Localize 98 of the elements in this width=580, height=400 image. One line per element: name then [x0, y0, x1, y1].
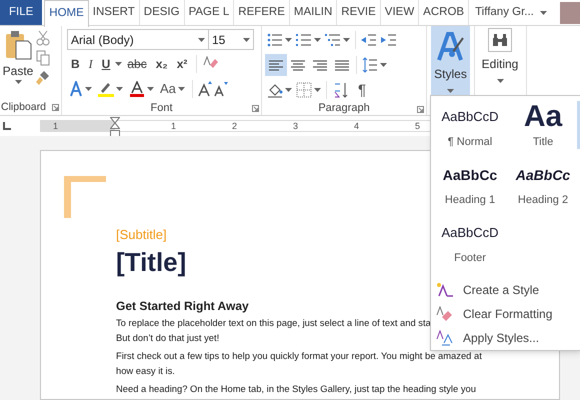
account-menu[interactable]: Tiffany Gr...	[469, 0, 553, 25]
ruler-number: 4	[354, 121, 359, 131]
title-text: [Title]	[116, 247, 186, 277]
caret-icon	[285, 88, 292, 92]
caret-icon	[115, 62, 122, 66]
ribbon-tab[interactable]: ACROB	[419, 0, 470, 25]
ribbon-tab[interactable]: HOME	[44, 0, 89, 27]
caret-icon	[243, 38, 250, 42]
format-button[interactable]: x²	[172, 54, 192, 74]
ruler-number: 5	[414, 121, 420, 131]
font-name-field[interactable]: Arial (Body)	[67, 29, 209, 50]
align-left-button[interactable]	[265, 54, 287, 76]
tab-selector-icon	[3, 122, 11, 130]
profile-photo-placeholder	[560, 2, 580, 24]
align-justify-icon	[334, 58, 350, 72]
format-button[interactable]: abc	[123, 54, 151, 74]
format-button[interactable]: B	[67, 54, 84, 74]
format-button[interactable]: U	[98, 54, 114, 74]
menu-item[interactable]: Clear Formatting	[431, 302, 580, 326]
ribbon-tab[interactable]: REFERE	[234, 0, 290, 25]
ribbon-tab[interactable]: PAGE L	[184, 0, 234, 25]
body-paragraph: First check out a few tips to help you quickly format your report. You might be amazed at how easy it is.	[116, 349, 482, 378]
file-tab[interactable]: FILE	[0, 0, 42, 25]
body-paragraph: To replace the placeholder text on this page, just select a line of text and sta But don’t do that just yet!	[116, 316, 431, 345]
ribbon-tab[interactable]: INSERT	[88, 0, 140, 25]
caret-icon	[85, 87, 92, 91]
change-case-button[interactable]: Aa	[158, 79, 187, 99]
styles-brush-icon	[436, 32, 464, 62]
font-color-icon	[129, 81, 145, 97]
group-label: Paragraph	[318, 102, 370, 114]
corner-bracket-drawing	[64, 176, 106, 218]
group-label: Font	[150, 102, 172, 114]
style-gallery-item[interactable]: AaBbCcD Footer	[435, 216, 505, 274]
subtitle-text: [Subtitle]	[116, 227, 167, 243]
decrease-indent-icon[interactable]	[361, 32, 377, 48]
paste-button[interactable]: Paste	[0, 26, 36, 99]
style-icon	[436, 282, 453, 298]
shrink-font-icon[interactable]	[214, 81, 228, 97]
ruler-number: 2	[232, 121, 237, 131]
menu-item[interactable]: Create a Style	[431, 278, 580, 302]
format-button[interactable]: I	[84, 54, 97, 74]
caret-icon	[496, 79, 504, 83]
grow-font-icon[interactable]	[198, 81, 212, 97]
ribbon-tab[interactable]: VIEW	[380, 0, 420, 25]
copy-icon[interactable]	[36, 50, 50, 66]
indent-marker-icon[interactable]	[110, 117, 120, 137]
body-paragraph: Need a heading? On the Home tab, in the Styles Gallery, just tap the heading style you	[116, 382, 476, 396]
caret-icon	[198, 38, 205, 42]
align-right-icon	[312, 58, 328, 72]
eraser-icon	[436, 306, 453, 322]
font-color-button[interactable]	[127, 78, 156, 100]
ribbon-tab[interactable]: REVIE	[337, 0, 381, 25]
numbered-list-icon	[296, 32, 312, 48]
multilevel-list-icon	[325, 32, 341, 48]
bullet-list-icon	[267, 32, 283, 48]
style-gallery-item[interactable]: AaBbCc Heading 2	[508, 158, 578, 216]
dialog-launcher-icon[interactable]	[52, 104, 59, 111]
caret-icon	[447, 89, 454, 93]
caret-icon	[343, 38, 350, 42]
heading-text: Get Started Right Away	[116, 299, 249, 313]
caret-icon	[380, 63, 387, 67]
sort-icon[interactable]	[333, 82, 349, 98]
caret-icon	[147, 87, 154, 91]
ribbon-tab[interactable]: MAILIN	[290, 0, 338, 25]
caret-icon	[116, 87, 123, 91]
dialog-launcher-icon[interactable]	[252, 105, 259, 112]
style-gallery-item[interactable]: Aa Title	[508, 100, 578, 158]
style-gallery-item[interactable]: AaBbCc Heading 1	[435, 158, 505, 216]
editing-button[interactable]: Editing	[475, 26, 525, 99]
group-label: Clipboard	[1, 101, 46, 113]
highlighter-icon	[98, 81, 114, 97]
increase-indent-icon[interactable]	[381, 32, 397, 48]
caret-icon	[314, 38, 321, 42]
caret-icon	[14, 80, 22, 84]
align-left-icon	[268, 58, 284, 72]
show-formatting-button[interactable]: ¶	[352, 82, 372, 98]
paintbrush-icon[interactable]	[36, 70, 50, 86]
ruler-number: 1	[170, 121, 176, 131]
menu-item[interactable]: Apply Styles...	[431, 326, 580, 350]
binoculars-icon	[493, 34, 507, 46]
text-effects-icon	[69, 81, 83, 97]
line-spacing-icon	[362, 57, 378, 73]
style-icon	[436, 330, 453, 346]
caret-icon	[314, 88, 321, 92]
caret-icon	[178, 87, 185, 91]
dialog-launcher-icon[interactable]	[417, 106, 424, 113]
caret-icon	[540, 10, 547, 14]
ruler-number: 3	[292, 121, 298, 131]
align-center-icon	[290, 58, 306, 72]
ruler-number: 1	[53, 121, 58, 131]
scissors-icon[interactable]	[36, 30, 50, 46]
borders-icon	[296, 82, 312, 98]
caret-icon	[285, 38, 292, 42]
clipboard-icon	[4, 30, 32, 60]
format-button[interactable]: x₂	[152, 54, 172, 74]
paint-bucket-icon	[267, 82, 283, 98]
ribbon-tab[interactable]: DESIG	[140, 0, 185, 25]
font-size-field[interactable]: 15	[209, 29, 254, 50]
